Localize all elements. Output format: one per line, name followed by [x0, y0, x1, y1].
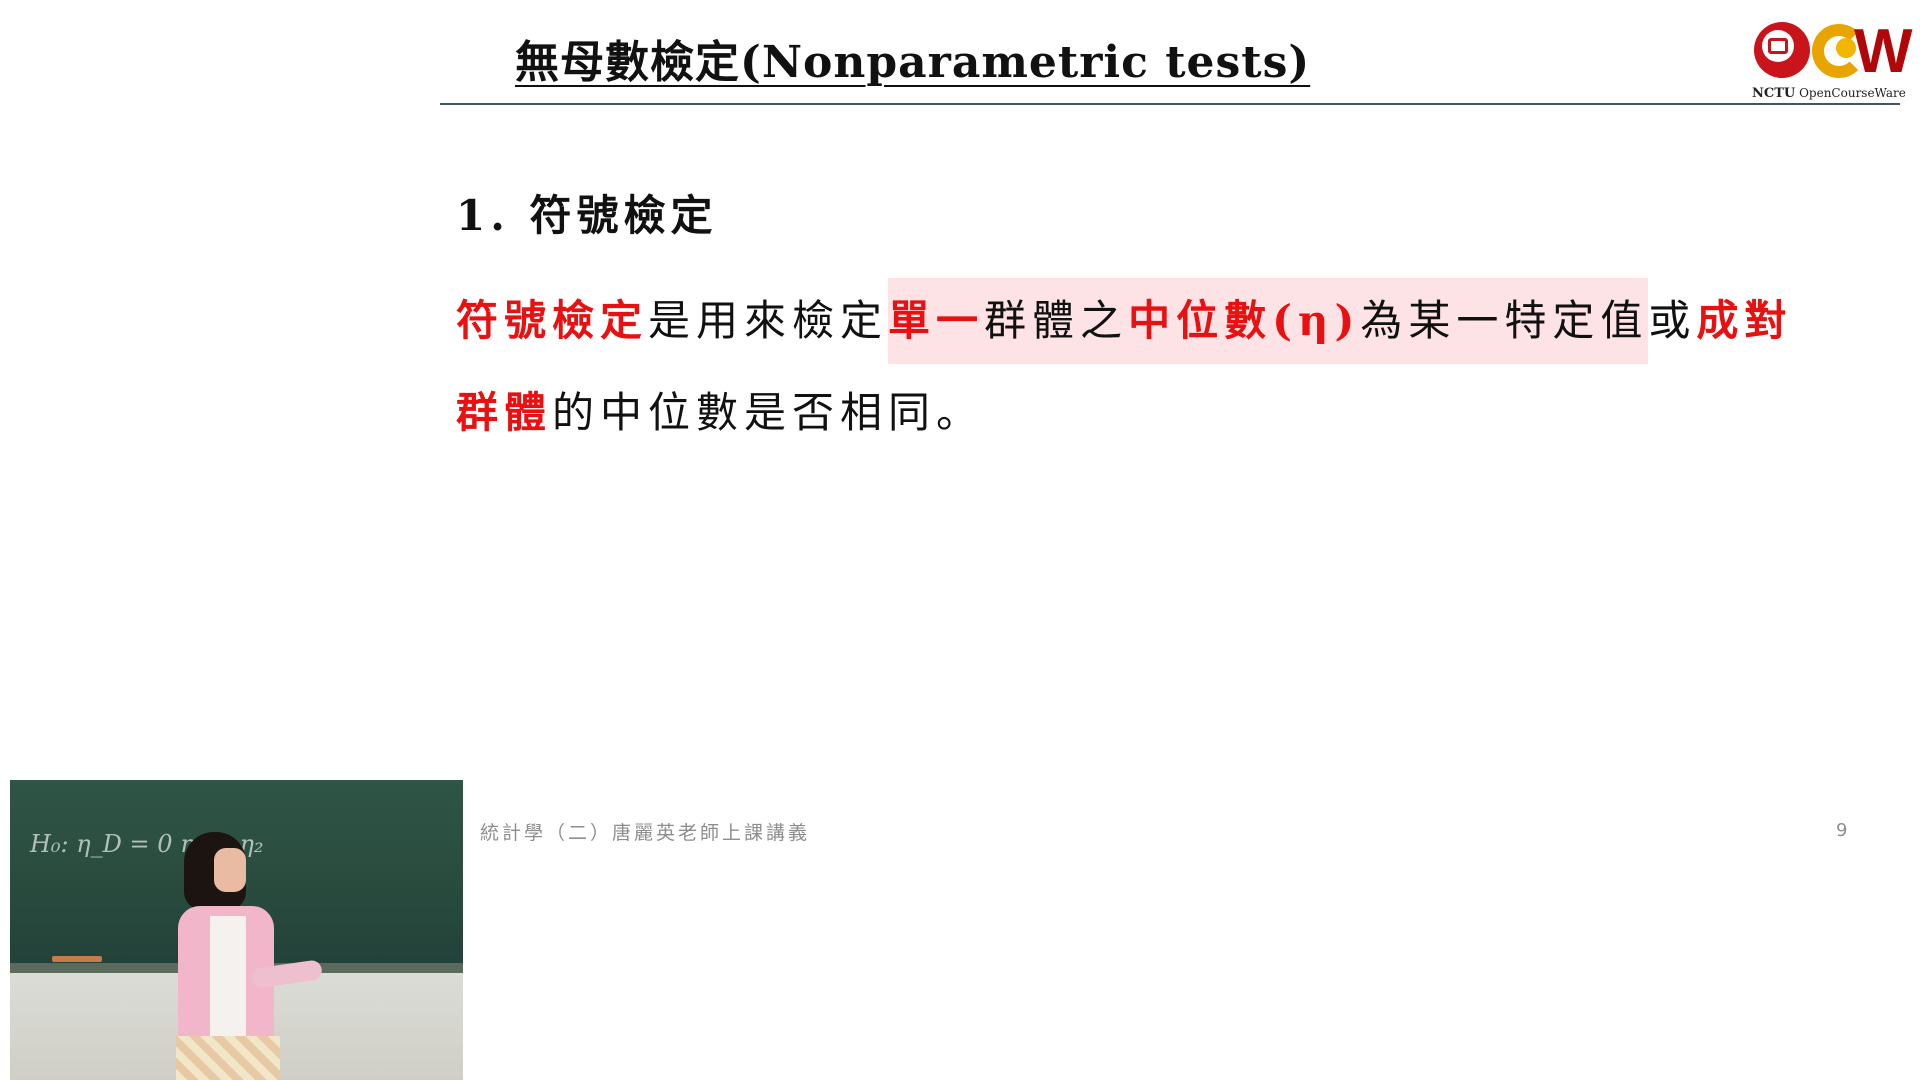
lecturer — [170, 832, 324, 1080]
page-number: 9 — [1836, 820, 1848, 841]
lecture-video[interactable]: H₀: η_D = 0 η₁ = η₂ — [10, 780, 463, 1080]
logo-letter: W — [1854, 17, 1912, 86]
highlighted-phrase: 單一群體之中位數(η)為某一特定值 — [888, 278, 1649, 364]
ocw-logo: W NCTU OpenCourseWare — [1750, 17, 1912, 104]
term-population: 群體 — [456, 388, 553, 437]
title-divider — [440, 103, 1900, 105]
slide-footer: 統計學（二）唐麗英老師上課講義 — [480, 822, 811, 844]
section-heading: 1. 符號檢定 — [456, 191, 718, 240]
paragraph-line-2: 群體的中位數是否相同。 — [456, 388, 985, 437]
logo-caption: NCTU OpenCourseWare — [1752, 86, 1906, 101]
chalk-eraser — [52, 956, 102, 962]
paragraph-line-1: 符號檢定是用來檢定單一群體之中位數(η)為某一特定值或成對 — [456, 278, 1792, 364]
term-paired: 成對 — [1696, 296, 1793, 345]
term-sign-test: 符號檢定 — [456, 296, 649, 345]
slide-title: 無母數檢定(Nonparametric tests) — [515, 37, 1311, 88]
